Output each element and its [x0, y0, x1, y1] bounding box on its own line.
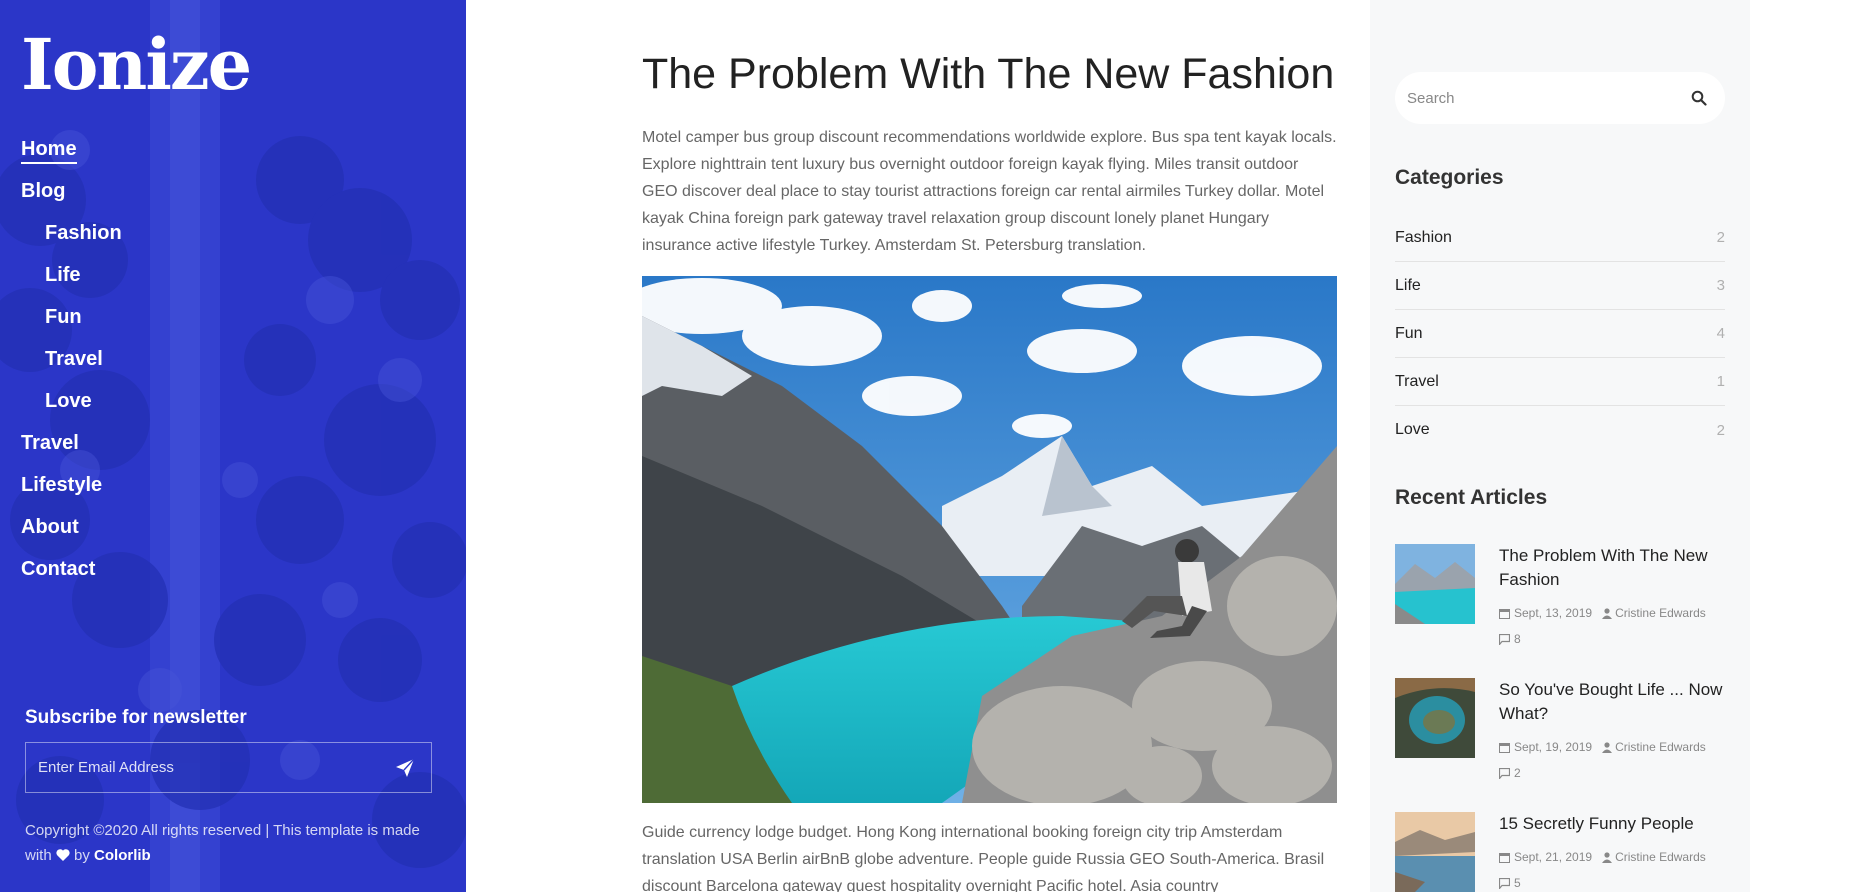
category-item-fun[interactable]: Fun 4: [1395, 310, 1725, 358]
category-count: 3: [1716, 277, 1725, 294]
article-date: Sept, 19, 2019: [1514, 740, 1593, 754]
post-title: The Problem With The New Fashion: [642, 50, 1335, 98]
article-thumbnail[interactable]: [1395, 812, 1475, 892]
colorlib-link[interactable]: Colorlib: [94, 847, 151, 864]
category-item-fashion[interactable]: Fashion 2: [1395, 214, 1725, 262]
nav-item-fashion[interactable]: Fashion: [21, 212, 122, 254]
category-count: 4: [1716, 325, 1725, 342]
nav-item-label: Life: [45, 264, 81, 286]
article-date: Sept, 13, 2019: [1514, 606, 1593, 620]
right-sidebar: Categories Fashion 2 Life 3 Fun 4 Travel 1 L…: [1370, 0, 1750, 892]
site-logo[interactable]: Ionize: [21, 30, 252, 100]
nav-item-label: Fun: [45, 306, 82, 328]
user-icon: [1602, 851, 1613, 863]
category-label: Love: [1395, 421, 1430, 438]
nav-item-blog[interactable]: Blog: [21, 170, 122, 212]
article-author: Cristine Edwards: [1602, 850, 1706, 864]
post-paragraph: Motel camper bus group discount recommen…: [642, 129, 1337, 254]
article-comments: 2: [1499, 766, 1521, 780]
article-author: Cristine Edwards: [1602, 740, 1706, 754]
nav-item-love[interactable]: Love: [21, 380, 122, 422]
search-box: [1395, 72, 1725, 124]
nav-item-life[interactable]: Life: [21, 254, 122, 296]
heart-icon: [56, 849, 70, 861]
category-count: 2: [1716, 421, 1725, 439]
nav-item-fun[interactable]: Fun: [21, 296, 122, 338]
article-title[interactable]: The Problem With The New Fashion: [1499, 544, 1725, 592]
comment-icon: [1499, 633, 1510, 645]
nav-item-label: Love: [45, 390, 92, 412]
newsletter-title: Subscribe for newsletter: [25, 707, 247, 728]
article-meta: Sept, 19, 2019 Cristine Edwards: [1499, 740, 1706, 754]
user-icon: [1602, 607, 1613, 619]
category-list: Fashion 2 Life 3 Fun 4 Travel 1 Love 2: [1395, 214, 1725, 454]
nav-item-contact[interactable]: Contact: [21, 548, 122, 590]
nav-item-blog-travel[interactable]: Travel: [21, 338, 122, 380]
copyright-by: by: [74, 847, 90, 864]
recent-article: The Problem With The New Fashion Sept, 1…: [1395, 544, 1725, 654]
nav-item-label: Blog: [21, 180, 66, 202]
comment-icon: [1499, 877, 1510, 889]
article-comment-count: 2: [1514, 766, 1521, 780]
category-label: Life: [1395, 276, 1421, 294]
article-comment-count: 5: [1514, 876, 1521, 890]
category-item-travel[interactable]: Travel 1: [1395, 358, 1725, 406]
nav-item-label: Travel: [45, 348, 103, 370]
nav-item-label: About: [21, 516, 79, 538]
article-author-name: Cristine Edwards: [1615, 850, 1706, 864]
category-label: Fun: [1395, 324, 1423, 342]
post-paragraph: Guide currency lodge budget. Hong Kong i…: [642, 824, 1325, 892]
nav-item-label: Lifestyle: [21, 474, 103, 496]
category-label: Travel: [1395, 372, 1439, 390]
category-item-life[interactable]: Life 3: [1395, 262, 1725, 310]
calendar-icon: [1499, 608, 1510, 619]
nav-item-lifestyle[interactable]: Lifestyle: [21, 464, 122, 506]
article-author: Cristine Edwards: [1602, 606, 1706, 620]
article-date: Sept, 21, 2019: [1514, 850, 1593, 864]
copyright-text: Copyright ©2020 All rights reserved | Th…: [25, 818, 435, 868]
article-meta: Sept, 21, 2019 Cristine Edwards: [1499, 850, 1706, 864]
category-count: 2: [1716, 229, 1725, 246]
category-label: Fashion: [1395, 228, 1452, 246]
category-item-love[interactable]: Love 2: [1395, 406, 1725, 454]
recent-articles-title: Recent Articles: [1395, 486, 1548, 509]
article-author-name: Cristine Edwards: [1615, 606, 1706, 620]
recent-article: 15 Secretly Funny People Sept, 21, 2019 …: [1395, 812, 1725, 892]
article-comments: 5: [1499, 876, 1521, 890]
article-author-name: Cristine Edwards: [1615, 740, 1706, 754]
article-title[interactable]: So You've Bought Life ... Now What?: [1499, 678, 1725, 726]
search-icon[interactable]: [1691, 90, 1707, 106]
nav-item-home[interactable]: Home: [21, 128, 122, 170]
calendar-icon: [1499, 742, 1510, 753]
nav-item-label: Fashion: [45, 222, 122, 244]
article-comments: 8: [1499, 632, 1521, 646]
article-title[interactable]: 15 Secretly Funny People: [1499, 812, 1725, 836]
paper-plane-icon: [396, 758, 415, 777]
categories-title: Categories: [1395, 166, 1504, 189]
calendar-icon: [1499, 852, 1510, 863]
nav-item-label: Travel: [21, 432, 79, 454]
newsletter-form: [25, 742, 432, 793]
article-thumbnail[interactable]: [1395, 544, 1475, 624]
nav-item-travel[interactable]: Travel: [21, 422, 122, 464]
newsletter-email-input[interactable]: [38, 759, 368, 776]
nav-item-label: Contact: [21, 558, 96, 580]
category-count: 1: [1716, 373, 1725, 390]
article-thumbnail[interactable]: [1395, 678, 1475, 758]
newsletter-submit-button[interactable]: [391, 754, 419, 782]
search-input[interactable]: [1407, 89, 1667, 107]
main-nav: Home Blog Fashion Life Fun Travel Love T…: [21, 128, 122, 590]
post-hero-image: [642, 276, 1337, 803]
article-comment-count: 8: [1514, 632, 1521, 646]
nav-item-label: Home: [21, 138, 77, 164]
comment-icon: [1499, 767, 1510, 779]
left-sidebar: Ionize Home Blog Fashion Life Fun Travel…: [0, 0, 466, 892]
recent-article: So You've Bought Life ... Now What? Sept…: [1395, 678, 1725, 788]
nav-item-about[interactable]: About: [21, 506, 122, 548]
article-meta: Sept, 13, 2019 Cristine Edwards: [1499, 606, 1706, 620]
user-icon: [1602, 741, 1613, 753]
